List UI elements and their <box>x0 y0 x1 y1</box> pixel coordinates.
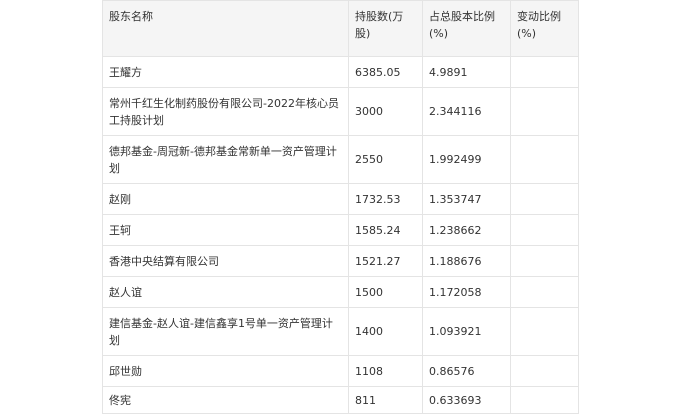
cell-name: 王耀方 <box>102 56 349 88</box>
cell-change <box>510 56 579 88</box>
cell-ratio: 1.992499 <box>422 135 511 184</box>
cell-change <box>510 214 579 246</box>
cell-ratio: 0.633693 <box>422 386 511 414</box>
table-row: 赵人谊 1500 1.172058 <box>102 276 579 308</box>
cell-name: 赵人谊 <box>102 276 349 308</box>
cell-ratio: 1.172058 <box>422 276 511 308</box>
table-row: 德邦基金-周冠新-德邦基金常新单一资产管理计划 2550 1.992499 <box>102 135 579 184</box>
cell-name: 佟宪 <box>102 386 349 414</box>
cell-change <box>510 135 579 184</box>
cell-change <box>510 87 579 136</box>
table-row: 佟宪 811 0.633693 <box>102 386 579 414</box>
table-row: 常州千红生化制药股份有限公司-2022年核心员工持股计划 3000 2.3441… <box>102 87 579 136</box>
table-row: 王耀方 6385.05 4.9891 <box>102 56 579 88</box>
cell-shares: 1108 <box>348 355 423 387</box>
cell-change <box>510 386 579 414</box>
cell-change <box>510 307 579 356</box>
cell-shares: 1500 <box>348 276 423 308</box>
cell-name: 香港中央结算有限公司 <box>102 245 349 277</box>
cell-name: 建信基金-赵人谊-建信鑫享1号单一资产管理计划 <box>102 307 349 356</box>
cell-shares: 6385.05 <box>348 56 423 88</box>
cell-name: 德邦基金-周冠新-德邦基金常新单一资产管理计划 <box>102 135 349 184</box>
shareholder-table-container: 股东名称 持股数(万股) 占总股本比例(%) 变动比例(%) 王耀方 6385.… <box>102 0 579 414</box>
cell-ratio: 0.86576 <box>422 355 511 387</box>
cell-change <box>510 276 579 308</box>
cell-name: 王轲 <box>102 214 349 246</box>
table-row: 赵刚 1732.53 1.353747 <box>102 183 579 215</box>
cell-name: 邱世勋 <box>102 355 349 387</box>
cell-shares: 3000 <box>348 87 423 136</box>
cell-ratio: 1.353747 <box>422 183 511 215</box>
cell-ratio: 2.344116 <box>422 87 511 136</box>
header-change: 变动比例(%) <box>510 0 579 57</box>
cell-change <box>510 355 579 387</box>
cell-shares: 811 <box>348 386 423 414</box>
cell-ratio: 1.093921 <box>422 307 511 356</box>
cell-shares: 1732.53 <box>348 183 423 215</box>
cell-change <box>510 183 579 215</box>
table-row: 香港中央结算有限公司 1521.27 1.188676 <box>102 245 579 277</box>
cell-shares: 1521.27 <box>348 245 423 277</box>
cell-shares: 1585.24 <box>348 214 423 246</box>
cell-shares: 2550 <box>348 135 423 184</box>
cell-change <box>510 245 579 277</box>
cell-name: 赵刚 <box>102 183 349 215</box>
cell-ratio: 4.9891 <box>422 56 511 88</box>
header-shareholder-name: 股东名称 <box>102 0 349 57</box>
cell-ratio: 1.188676 <box>422 245 511 277</box>
cell-name: 常州千红生化制药股份有限公司-2022年核心员工持股计划 <box>102 87 349 136</box>
shareholder-table: 股东名称 持股数(万股) 占总股本比例(%) 变动比例(%) 王耀方 6385.… <box>102 0 579 414</box>
header-ratio: 占总股本比例(%) <box>422 0 511 57</box>
cell-shares: 1400 <box>348 307 423 356</box>
table-row: 邱世勋 1108 0.86576 <box>102 355 579 387</box>
header-shares: 持股数(万股) <box>348 0 423 57</box>
table-row: 王轲 1585.24 1.238662 <box>102 214 579 246</box>
table-row: 建信基金-赵人谊-建信鑫享1号单一资产管理计划 1400 1.093921 <box>102 307 579 356</box>
cell-ratio: 1.238662 <box>422 214 511 246</box>
table-header-row: 股东名称 持股数(万股) 占总股本比例(%) 变动比例(%) <box>102 0 579 57</box>
